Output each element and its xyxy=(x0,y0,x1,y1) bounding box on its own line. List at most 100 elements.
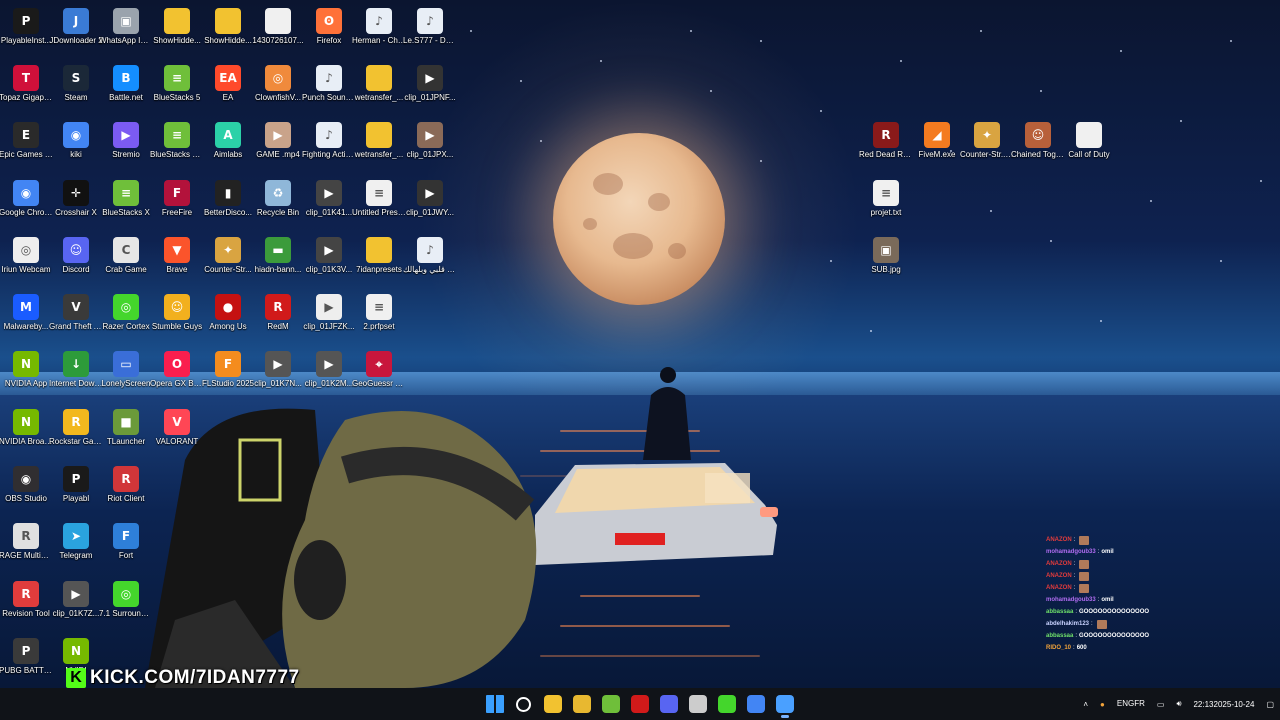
desktop-icon[interactable]: V Grand Theft Auto V xyxy=(49,294,103,332)
desktop-icon[interactable]: ≡ BlueStacks Multi-Insta... xyxy=(150,122,204,160)
desktop-icon[interactable]: P PlayableInst... xyxy=(0,8,53,46)
desktop-icon[interactable]: P PUBG BATTLEGR... xyxy=(0,638,53,676)
desktop-icon[interactable]: ■ TLauncher xyxy=(99,409,153,447)
desktop-icon[interactable]: ▶ clip_01JPX... xyxy=(403,122,457,160)
desktop-icon[interactable]: R Revision Tool xyxy=(0,581,53,619)
desktop-icon[interactable]: ✛ Crosshair X xyxy=(49,180,103,218)
crosshair-button[interactable] xyxy=(683,688,712,720)
desktop-icon[interactable]: ☺ Stumble Guys xyxy=(150,294,204,332)
desktop-icon[interactable]: ♪ Fighting Action No ... xyxy=(302,122,356,160)
desktop-icon[interactable]: ≡ projet.txt xyxy=(859,180,913,218)
desktop-icon[interactable]: ▶ clip_01K7N... xyxy=(251,351,305,389)
desktop-icon[interactable]: wetransfer_... xyxy=(352,122,406,160)
store-button[interactable] xyxy=(567,688,596,720)
desktop-icon[interactable]: P Playabl xyxy=(49,466,103,504)
desktop-icon[interactable]: E Epic Games Launcher xyxy=(0,122,53,160)
desktop-icon[interactable]: ʘ Firefox xyxy=(302,8,356,46)
desktop-icon[interactable]: ◉ OBS Studio xyxy=(0,466,53,504)
desktop-icon[interactable]: ▭ LonelyScreen xyxy=(99,351,153,389)
desktop-icon[interactable]: ▼ Brave xyxy=(150,237,204,275)
desktop-icon[interactable]: F Fort xyxy=(99,523,153,561)
desktop-icon[interactable]: ◉ kiki xyxy=(49,122,103,160)
desktop-icon[interactable]: 1430726107... xyxy=(251,8,305,46)
remote-desktop-button[interactable] xyxy=(770,688,799,720)
desktop-icon[interactable]: ◎ Iriun Webcam xyxy=(0,237,53,275)
desktop-icon[interactable]: ≡ BlueStacks 5 xyxy=(150,65,204,103)
desktop-icon[interactable]: O Opera GX Browser xyxy=(150,351,204,389)
desktop-icon[interactable]: ☺ Discord xyxy=(49,237,103,275)
discord-button[interactable] xyxy=(654,688,683,720)
desktop-icon[interactable]: ▶ GAME .mp4 xyxy=(251,122,305,160)
desktop-icon[interactable]: V VALORANT xyxy=(150,409,204,447)
desktop-icon[interactable]: F FreeFire xyxy=(150,180,204,218)
desktop-icon[interactable]: B Battle.net xyxy=(99,65,153,103)
desktop-icon[interactable]: R Riot Client xyxy=(99,466,153,504)
desktop-icon[interactable]: ♪ نصير قلبي وبلهالك.mp3 xyxy=(403,237,457,275)
search-button[interactable] xyxy=(509,688,538,720)
desktop-icon[interactable]: ▶ clip_01K7Z... xyxy=(49,581,103,619)
desktop-icon[interactable]: ≡ Untitled Preset.prfpset xyxy=(352,180,406,218)
desktop-icon[interactable]: ♪ Le.S777 - Déprimé T... xyxy=(403,8,457,46)
desktop-icon[interactable]: ≡ BlueStacks X xyxy=(99,180,153,218)
volume-icon[interactable]: 🔊︎ xyxy=(1176,699,1181,709)
desktop-icon[interactable]: 7idanpresets xyxy=(352,237,406,275)
desktop-icon[interactable]: T Topaz Gigapixel AI xyxy=(0,65,53,103)
desktop-icon[interactable]: R Rockstar Games ... xyxy=(49,409,103,447)
desktop-icon[interactable]: ↓ Internet Downlo... xyxy=(49,351,103,389)
desktop-icon[interactable]: ▶ clip_01JWY... xyxy=(403,180,457,218)
redm-button[interactable] xyxy=(625,688,654,720)
desktop-icon[interactable]: ♻ Recycle Bin xyxy=(251,180,305,218)
file-explorer-button[interactable] xyxy=(538,688,567,720)
desktop-icon[interactable]: ▶ clip_01K2M... xyxy=(302,351,356,389)
desktop-icon[interactable]: ◢ FiveM.exe xyxy=(910,122,964,160)
desktop-icon[interactable]: ShowHidde... xyxy=(150,8,204,46)
desktop-icon[interactable]: ♪ Herman - Changes ... xyxy=(352,8,406,46)
desktop-icon[interactable]: EA EA xyxy=(201,65,255,103)
desktop-icon[interactable]: ◎ 7.1 Surround Sound xyxy=(99,581,153,619)
desktop-icon[interactable]: ✦ Counter-Str... xyxy=(201,237,255,275)
desktop-icon[interactable]: C Crab Game xyxy=(99,237,153,275)
desktop-icon[interactable]: ◉ Google Chrome xyxy=(0,180,53,218)
desktop-icon[interactable]: S Steam xyxy=(49,65,103,103)
desktop-icon[interactable]: ShowHidde... xyxy=(201,8,255,46)
desktop-icon[interactable]: ◎ ClownfishV... xyxy=(251,65,305,103)
desktop-icon[interactable]: Call of Duty xyxy=(1062,122,1116,160)
language-switcher[interactable]: ENG FR xyxy=(1117,699,1145,709)
desktop-icon[interactable]: ➤ Telegram xyxy=(49,523,103,561)
start-button[interactable] xyxy=(480,688,509,720)
desktop-icon[interactable]: ✦ Counter-Str... 2 xyxy=(960,122,1014,160)
desktop-icon[interactable]: ▣ SUB.jpg xyxy=(859,237,913,275)
desktop-icon[interactable]: N NVIDIA App xyxy=(0,351,53,389)
desktop-icon[interactable]: wetransfer_... xyxy=(352,65,406,103)
desktop-icon[interactable]: ▶ clip_01JPNF... xyxy=(403,65,457,103)
desktop-icon[interactable]: ▶ clip_01K3V... xyxy=(302,237,356,275)
desktop-icon[interactable]: ◎ Razer Cortex xyxy=(99,294,153,332)
network-icon[interactable]: ▭ xyxy=(1157,700,1165,709)
bluestacks-button[interactable] xyxy=(596,688,625,720)
desktop-icon[interactable]: ☺ Chained Together xyxy=(1011,122,1065,160)
desktop-icon[interactable]: ▮ BetterDisco... xyxy=(201,180,255,218)
desktop-icon[interactable]: R RedM xyxy=(251,294,305,332)
desktop-icon[interactable]: J JDownloader 2 xyxy=(49,8,103,46)
desktop-icon[interactable]: ▶ clip_01JFZK... xyxy=(302,294,356,332)
desktop-icon[interactable]: ▬ hiadn-bann... xyxy=(251,237,305,275)
play-button[interactable] xyxy=(712,688,741,720)
microphone-icon[interactable]: ● xyxy=(1100,700,1105,709)
clock[interactable]: 22:13 2025-10-24 xyxy=(1193,699,1254,710)
desktop-icon[interactable]: R Red Dead Redempti... xyxy=(859,122,913,160)
desktop-icon[interactable]: ● Among Us xyxy=(201,294,255,332)
desktop-icon[interactable]: F FLStudio 2025 xyxy=(201,351,255,389)
desktop-icon[interactable]: ⌖ GeoGuessr Steam E... xyxy=(352,351,406,389)
desktop-icon[interactable]: ▣ WhatsApp Image 2025... xyxy=(99,8,153,46)
desktop-icon[interactable]: ♪ Punch Sound Effect..mp3 xyxy=(302,65,356,103)
notifications-icon[interactable]: ▢ xyxy=(1266,700,1274,709)
desktop-icon[interactable]: R RAGE Multiplayer xyxy=(0,523,53,561)
desktop-icon[interactable]: M Malwareby... xyxy=(0,294,53,332)
chrome-button[interactable] xyxy=(741,688,770,720)
desktop-icon[interactable]: ≡ 2.prfpset xyxy=(352,294,406,332)
show-hidden-icons-icon[interactable]: ˄ xyxy=(1083,700,1088,709)
desktop-icon[interactable]: A Aimlabs xyxy=(201,122,255,160)
desktop-icon[interactable]: ▶ Stremio xyxy=(99,122,153,160)
desktop-icon[interactable]: N NVIDIA Broadcast xyxy=(0,409,53,447)
desktop-icon[interactable]: ▶ clip_01K41... xyxy=(302,180,356,218)
